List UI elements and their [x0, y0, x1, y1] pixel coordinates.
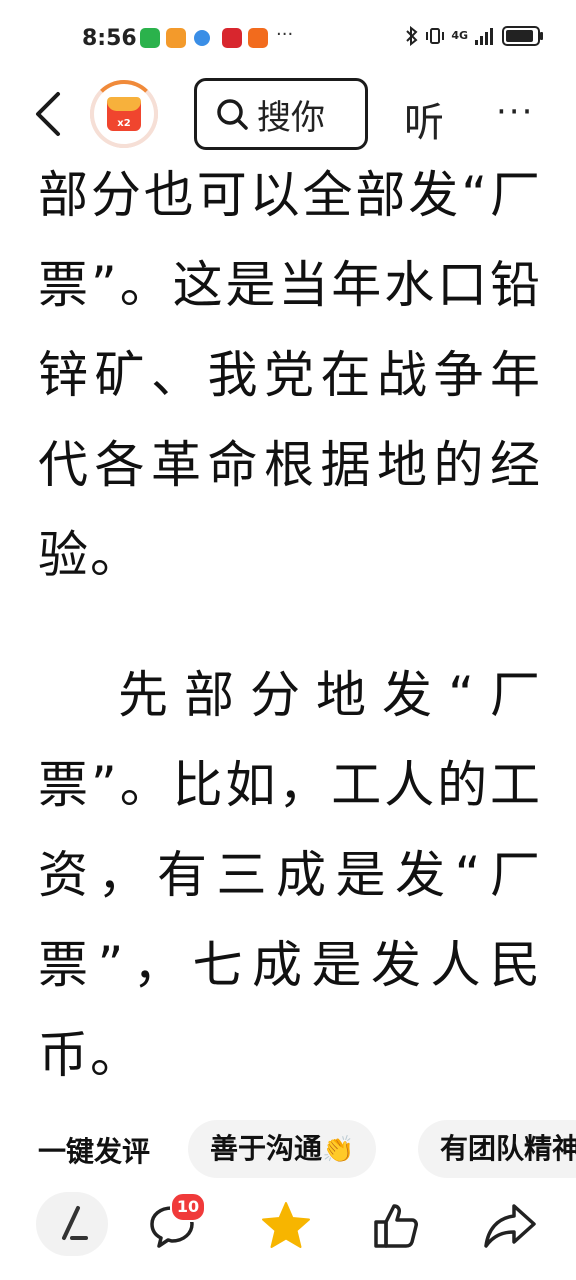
star-icon [262, 1202, 310, 1248]
status-more-icon: ··· [276, 24, 294, 45]
app-notification-icon [166, 28, 186, 48]
top-nav: x2 搜你 听 ··· [0, 78, 576, 150]
back-icon [36, 92, 60, 136]
comment-count-badge: 10 [170, 1192, 206, 1222]
status-time: 8:56 [82, 26, 137, 51]
share-icon [484, 1204, 536, 1248]
article-paragraph: 部分也可以全部发“厂票”。这是当年水口铅锌矿、我党在战争年代各革命根据地的经验。 [38, 166, 542, 584]
news-app-icon [222, 28, 242, 48]
chip-label: 有团队精神 [440, 1132, 576, 1165]
like-icon [374, 1204, 418, 1248]
status-right: 4G [405, 26, 543, 46]
more-menu-button[interactable]: ··· [496, 92, 534, 132]
redpacket-multiplier: x2 [117, 118, 131, 129]
quick-comment-chip[interactable]: 善于沟通👏 [188, 1120, 377, 1178]
article-paragraph: 先部分地发“厂票”。比如，工人的工资，有三成是发“厂票”，七成是发人民币。 [38, 666, 542, 1084]
write-icon [62, 1206, 88, 1240]
network-type: 4G [451, 29, 468, 42]
favorite-button[interactable] [256, 1196, 316, 1256]
redpacket-icon: x2 [107, 97, 141, 131]
quick-comment-label: 一键发评 [38, 1135, 151, 1168]
quick-comment-chip[interactable]: 有团队精神 [418, 1120, 576, 1178]
status-bar: 8:56 ··· 4G [0, 0, 576, 78]
battery-icon [502, 26, 543, 46]
vibrate-icon [426, 28, 445, 44]
bottom-action-bar: 10 [0, 1186, 576, 1280]
browser-icon [194, 30, 210, 46]
redpacket-button[interactable]: x2 [90, 80, 158, 148]
taobao-icon [248, 28, 268, 48]
search-button[interactable]: 搜你 [194, 78, 368, 150]
clap-icon: 👏 [322, 1135, 355, 1165]
wechat-icon [140, 28, 160, 48]
like-button[interactable] [366, 1196, 426, 1256]
write-comment-button[interactable] [36, 1192, 108, 1256]
signal-icon [475, 28, 493, 45]
chip-label: 善于沟通 [210, 1132, 323, 1165]
bluetooth-icon [406, 26, 418, 46]
listen-button[interactable]: 听 [404, 90, 444, 148]
share-button[interactable] [480, 1196, 540, 1256]
quick-comment-bar: 一键发评 善于沟通👏 有团队精神 [0, 1118, 576, 1182]
back-button[interactable] [28, 88, 68, 140]
article-body: 部分也可以全部发“厂票”。这是当年水口铅锌矿、我党在战争年代各革命根据地的经验。… [38, 150, 542, 1100]
search-icon [217, 99, 248, 130]
search-label: 搜你 [257, 97, 325, 138]
